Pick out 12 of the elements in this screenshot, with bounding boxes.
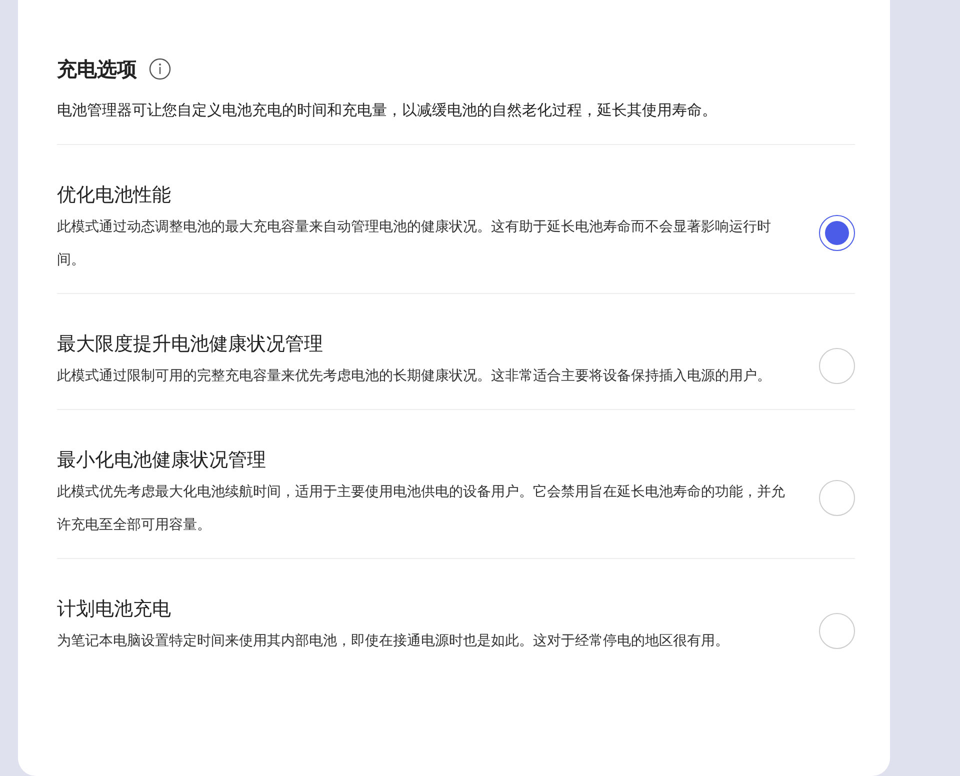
option-description: 此模式通过动态调整电池的最大充电容量来自动管理电池的健康状况。这有助于延长电池寿命而不会显著影响运行时间。 bbox=[57, 218, 772, 270]
option-title: 计划电池充电 bbox=[57, 597, 172, 622]
option-title: 优化电池性能 bbox=[57, 183, 172, 208]
section-description: 电池管理器可让您自定义电池充电的时间和充电量，以减缓电池的自然老化过程，延长其使用寿命。 bbox=[57, 86, 855, 145]
info-icon[interactable] bbox=[149, 58, 171, 80]
option-description: 此模式优先考虑最大化电池续航时间，适用于主要使用电池供电的设备用户。它会禁用旨在延长电池寿命的功能，并允许充电至全部可用容量。 bbox=[57, 483, 786, 535]
section-title: 充电选项 bbox=[57, 56, 137, 82]
option-title: 最大限度提升电池健康状况管理 bbox=[57, 332, 324, 357]
radio-button[interactable] bbox=[819, 215, 855, 251]
option-description: 为笔记本电脑设置特定时间来使用其内部电池，即使在接通电源时也是如此。这对于经常停电的地区很有用。 bbox=[57, 632, 730, 651]
option-description: 此模式通过限制可用的完整充电容量来优先考虑电池的长期健康状况。这非常适合主要将设备保持插入电源的用户。 bbox=[57, 367, 772, 386]
option-title: 最小化电池健康状况管理 bbox=[57, 448, 267, 473]
